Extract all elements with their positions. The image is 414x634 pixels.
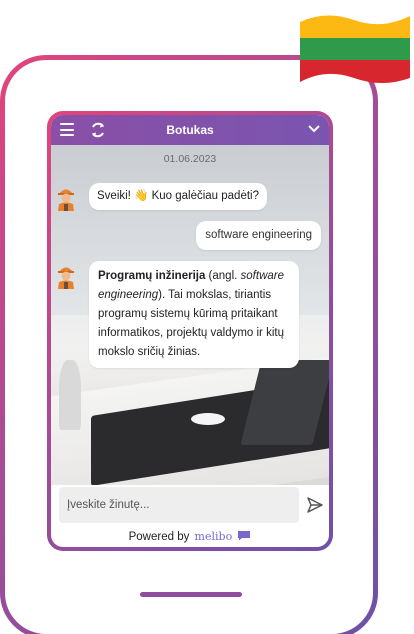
user-message: software engineering [196, 221, 321, 250]
term-bold: Programų inžinerija [98, 270, 206, 282]
chevron-down-icon[interactable] [307, 123, 321, 135]
lithuania-flag [300, 15, 410, 84]
brand-name[interactable]: melibo [195, 530, 233, 543]
chat-title: Botukas [166, 123, 214, 137]
chat-header: Botukas [51, 115, 329, 145]
chat-widget: Botukas 01.06.2023 Sveiki! 👋 Kuo galėčia… [47, 111, 333, 551]
chat-messages[interactable]: 01.06.2023 Sveiki! 👋 Kuo galėčiau padėti… [51, 145, 329, 485]
bot-avatar-icon [58, 267, 74, 289]
chat-widget-body: Botukas 01.06.2023 Sveiki! 👋 Kuo galėčia… [51, 115, 329, 547]
powered-by-label: Powered by [128, 531, 190, 543]
message-input[interactable] [59, 487, 299, 523]
message-date: 01.06.2023 [163, 153, 217, 165]
bot-message: Programų inžinerija (angl. software engi… [89, 261, 299, 368]
background-vase [59, 360, 81, 430]
send-icon[interactable] [306, 496, 324, 514]
message-text: (angl. [205, 270, 241, 282]
bot-avatar-icon [58, 189, 74, 211]
home-indicator [140, 592, 242, 597]
speech-bubble-icon [238, 531, 251, 541]
message-input-wrapper [59, 487, 299, 523]
powered-by-footer: Powered by melibo [51, 530, 329, 543]
background-mouse [191, 413, 225, 425]
bot-message: Sveiki! 👋 Kuo galėčiau padėti? [89, 183, 267, 210]
